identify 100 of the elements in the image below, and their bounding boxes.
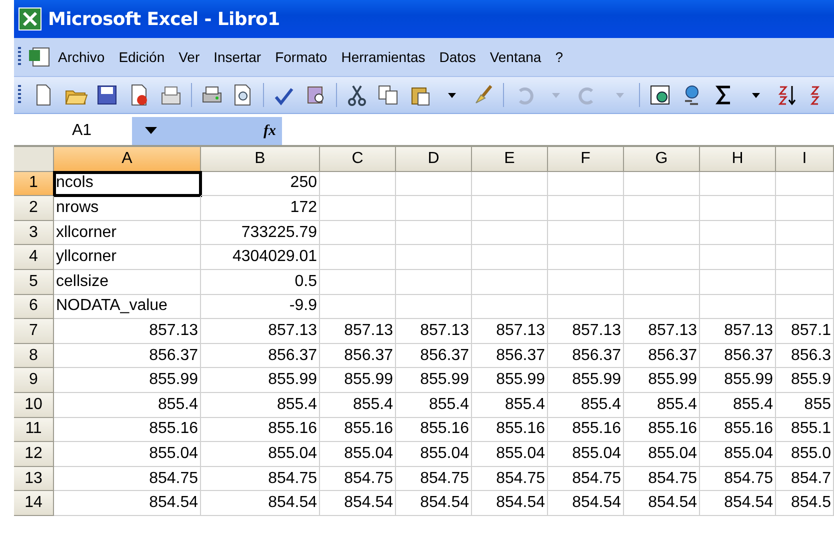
table-cell[interactable]: 855.1 <box>776 418 834 442</box>
table-cell[interactable]: 4304029.01 <box>201 245 320 270</box>
menu-item[interactable]: Formato <box>268 45 334 69</box>
table-cell[interactable]: 854.75 <box>548 466 624 492</box>
row-header[interactable]: 10 <box>14 392 54 418</box>
table-cell[interactable]: 855.16 <box>320 418 396 442</box>
table-cell[interactable] <box>624 172 700 196</box>
table-cell[interactable] <box>320 294 396 320</box>
menu-item[interactable]: ? <box>548 45 570 69</box>
table-cell[interactable] <box>396 270 472 295</box>
table-cell[interactable]: 855.16 <box>201 418 320 442</box>
workbook-icon[interactable] <box>27 46 51 68</box>
table-cell[interactable]: 854.54 <box>700 491 776 516</box>
table-cell[interactable]: 0.5 <box>201 270 320 295</box>
row-header[interactable]: 5 <box>14 270 54 295</box>
table-cell[interactable]: 855.9 <box>776 368 834 393</box>
table-cell[interactable]: ncols <box>54 172 201 196</box>
table-cell[interactable] <box>472 270 548 295</box>
table-cell[interactable]: 855.04 <box>54 442 201 467</box>
column-header[interactable]: F <box>548 147 624 172</box>
column-header[interactable]: H <box>700 147 776 172</box>
table-cell[interactable]: 855.16 <box>700 418 776 442</box>
table-cell[interactable]: 855.16 <box>624 418 700 442</box>
table-cell[interactable]: 857.13 <box>548 319 624 344</box>
table-cell[interactable] <box>472 245 548 270</box>
table-cell[interactable]: 856.37 <box>700 344 776 368</box>
table-cell[interactable] <box>700 245 776 270</box>
table-cell[interactable] <box>624 294 700 320</box>
save-icon[interactable] <box>95 83 120 107</box>
table-cell[interactable] <box>548 196 624 221</box>
table-cell[interactable]: 856.37 <box>548 344 624 368</box>
table-cell[interactable]: 854.54 <box>320 491 396 516</box>
column-header[interactable]: G <box>624 147 700 172</box>
table-cell[interactable]: 855.99 <box>396 368 472 393</box>
table-cell[interactable] <box>548 172 624 196</box>
row-header[interactable]: 8 <box>14 344 54 368</box>
menu-item[interactable]: Edición <box>112 45 172 69</box>
table-cell[interactable]: 857.13 <box>700 319 776 344</box>
table-cell[interactable] <box>776 270 834 295</box>
table-cell[interactable]: NODATA_value <box>54 294 201 320</box>
column-header[interactable]: D <box>396 147 472 172</box>
row-header[interactable]: 1 <box>14 172 54 196</box>
table-cell[interactable] <box>396 245 472 270</box>
table-cell[interactable]: 855.0 <box>776 442 834 467</box>
table-cell[interactable]: -9.9 <box>201 294 320 320</box>
table-cell[interactable]: 855.16 <box>396 418 472 442</box>
table-cell[interactable] <box>624 196 700 221</box>
row-header[interactable]: 14 <box>14 491 54 516</box>
table-cell[interactable] <box>320 172 396 196</box>
table-cell[interactable]: 857.13 <box>320 319 396 344</box>
table-cell[interactable]: 854.75 <box>396 466 472 492</box>
table-cell[interactable] <box>396 172 472 196</box>
row-header[interactable]: 12 <box>14 442 54 467</box>
table-cell[interactable]: 855.4 <box>700 392 776 418</box>
table-cell[interactable]: 856.37 <box>201 344 320 368</box>
table-cell[interactable]: 854.54 <box>472 491 548 516</box>
table-cell[interactable]: 857.13 <box>396 319 472 344</box>
table-cell[interactable] <box>320 220 396 246</box>
table-cell[interactable]: 856.37 <box>320 344 396 368</box>
table-cell[interactable]: 854.75 <box>624 466 700 492</box>
table-cell[interactable]: 854.75 <box>54 466 201 492</box>
menu-item[interactable]: Datos <box>432 45 483 69</box>
table-cell[interactable]: 854.7 <box>776 466 834 492</box>
table-cell[interactable] <box>776 245 834 270</box>
table-cell[interactable] <box>700 220 776 246</box>
table-cell[interactable]: 855.04 <box>201 442 320 467</box>
table-cell[interactable]: 855.99 <box>54 368 201 393</box>
table-cell[interactable] <box>624 270 700 295</box>
insert-function-button[interactable]: fx <box>264 122 276 140</box>
table-cell[interactable]: 855.4 <box>54 392 201 418</box>
table-cell[interactable] <box>776 196 834 221</box>
table-cell[interactable]: xllcorner <box>54 220 201 246</box>
table-cell[interactable]: 855.99 <box>624 368 700 393</box>
table-cell[interactable] <box>548 245 624 270</box>
table-cell[interactable]: 854.54 <box>54 491 201 516</box>
table-cell[interactable] <box>624 220 700 246</box>
table-cell[interactable]: 855.16 <box>54 418 201 442</box>
menu-item[interactable]: Herramientas <box>334 45 432 69</box>
dropdown-caret-icon[interactable] <box>145 127 157 135</box>
table-cell[interactable]: 855.99 <box>201 368 320 393</box>
table-cell[interactable]: 855.99 <box>548 368 624 393</box>
table-cell[interactable]: 857.1 <box>776 319 834 344</box>
table-cell[interactable] <box>700 196 776 221</box>
table-cell[interactable]: nrows <box>54 196 201 221</box>
table-cell[interactable]: 854.54 <box>396 491 472 516</box>
table-cell[interactable] <box>776 294 834 320</box>
table-cell[interactable]: 855.04 <box>624 442 700 467</box>
table-cell[interactable] <box>472 294 548 320</box>
table-cell[interactable]: 855.4 <box>548 392 624 418</box>
table-cell[interactable]: 856.37 <box>54 344 201 368</box>
table-cell[interactable]: 855.99 <box>700 368 776 393</box>
table-cell[interactable]: 857.13 <box>201 319 320 344</box>
table-cell[interactable]: 857.13 <box>472 319 548 344</box>
table-cell[interactable]: 855.04 <box>472 442 548 467</box>
table-cell[interactable]: 855 <box>776 392 834 418</box>
menu-item[interactable]: Ver <box>172 45 207 69</box>
table-cell[interactable]: 854.54 <box>624 491 700 516</box>
table-cell[interactable]: 854.54 <box>201 491 320 516</box>
menu-item[interactable]: Insertar <box>206 45 268 69</box>
table-cell[interactable]: 855.04 <box>396 442 472 467</box>
